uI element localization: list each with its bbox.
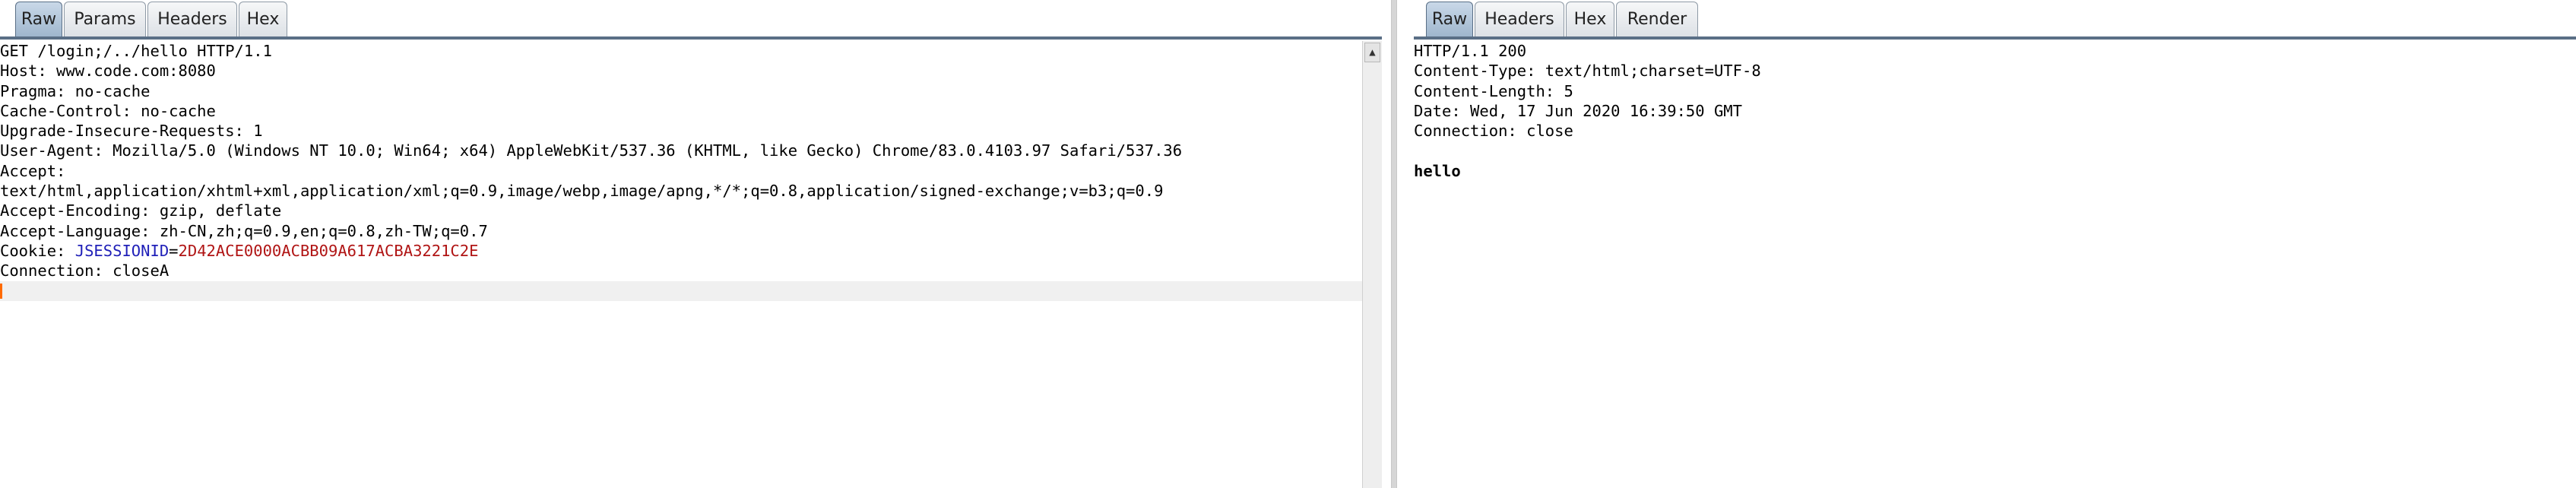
cookie-line: Cookie: JSESSIONID=2D42ACE0000ACBB09A617…: [0, 241, 1362, 261]
request-tabbar: Raw Params Headers Hex: [0, 0, 1382, 40]
request-line: Connection: closeA: [0, 261, 170, 280]
request-line: Accept-Language: zh-CN,zh;q=0.9,en;q=0.8…: [0, 221, 488, 240]
response-line: Connection: close: [1414, 122, 1573, 141]
split-divider[interactable]: [1382, 0, 1414, 488]
response-editor[interactable]: HTTP/1.1 200 Content-Type: text/html;cha…: [1414, 41, 2576, 488]
tabbar-underline: [1414, 36, 2576, 40]
response-tab-raw[interactable]: Raw: [1426, 2, 1473, 36]
request-line: Host: www.code.com:8080: [0, 62, 216, 81]
arrow-up-icon: ▲: [1369, 46, 1376, 59]
request-line: Pragma: no-cache: [0, 81, 151, 100]
request-scrollbar[interactable]: ▲: [1362, 41, 1382, 488]
response-tabbar: Raw Headers Hex Render: [1414, 0, 2576, 40]
request-tab-hex[interactable]: Hex: [239, 2, 287, 36]
response-pane: Raw Headers Hex Render HTTP/1.1 200 Cont…: [1414, 0, 2576, 488]
request-tab-headers[interactable]: Headers: [147, 2, 237, 36]
response-line: Content-Length: 5: [1414, 81, 1573, 100]
cookie-name: JSESSIONID: [74, 241, 170, 260]
request-tab-raw[interactable]: Raw: [15, 2, 62, 36]
request-line: Accept:: [0, 161, 66, 180]
request-tab-params[interactable]: Params: [64, 2, 146, 36]
cookie-equals: =: [169, 241, 179, 260]
response-body: hello: [1414, 161, 1461, 180]
current-line[interactable]: [0, 280, 1362, 301]
request-line: GET /login;/../hello HTTP/1.1: [0, 42, 272, 60]
cookie-label: Cookie:: [0, 241, 75, 260]
request-line: User-Agent: Mozilla/5.0 (Windows NT 10.0…: [0, 141, 1183, 160]
response-line: Content-Type: text/html;charset=UTF-8: [1414, 62, 1761, 81]
request-editor[interactable]: GET /login;/../hello HTTP/1.1 Host: www.…: [0, 41, 1362, 488]
tabbar-underline: [0, 36, 1382, 40]
response-tab-hex[interactable]: Hex: [1566, 2, 1614, 36]
request-line: Accept-Encoding: gzip, deflate: [0, 201, 282, 220]
request-line: Upgrade-Insecure-Requests: 1: [0, 122, 263, 141]
request-pane: Raw Params Headers Hex GET /login;/../he…: [0, 0, 1382, 488]
response-tab-headers[interactable]: Headers: [1475, 2, 1564, 36]
scroll-up-button[interactable]: ▲: [1364, 43, 1380, 62]
response-line: HTTP/1.1 200: [1414, 42, 1527, 60]
cookie-value: 2D42ACE0000ACBB09A617ACBA3221C2E: [178, 241, 479, 260]
request-line: text/html,application/xhtml+xml,applicat…: [0, 182, 1164, 201]
response-tab-render[interactable]: Render: [1616, 2, 1698, 36]
split-handle[interactable]: [1391, 0, 1397, 488]
response-line: Date: Wed, 17 Jun 2020 16:39:50 GMT: [1414, 101, 1742, 120]
text-caret: [0, 283, 2, 299]
request-line: Cache-Control: no-cache: [0, 101, 216, 120]
